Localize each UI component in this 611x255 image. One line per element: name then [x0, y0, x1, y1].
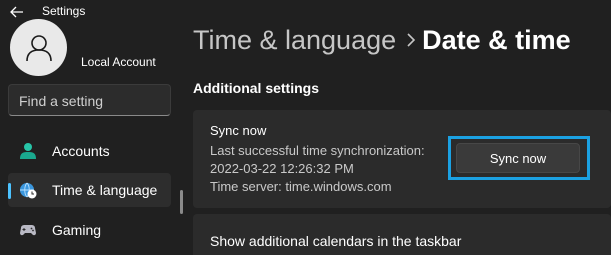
sidebar-scrollbar[interactable]: [180, 190, 183, 214]
search-input[interactable]: Find a setting: [8, 84, 171, 116]
calendars-label: Show additional calendars in the taskbar: [210, 233, 462, 249]
section-title: Additional settings: [193, 80, 319, 96]
sidebar-item-gaming[interactable]: Gaming: [8, 213, 171, 247]
sidebar-item-label: Accounts: [52, 143, 110, 159]
last-sync-value: 2022-03-22 12:26:32 PM: [210, 161, 354, 176]
page-title: Date & time: [422, 24, 571, 55]
search-placeholder: Find a setting: [19, 93, 104, 109]
accounts-icon: [20, 143, 36, 159]
sidebar-item-time-language[interactable]: Time & language: [8, 173, 171, 207]
controller-icon: [20, 225, 36, 236]
sync-title: Sync now: [210, 123, 267, 138]
sidebar-item-accounts[interactable]: Accounts: [8, 134, 171, 168]
sidebar-item-label: Gaming: [52, 222, 102, 238]
breadcrumb: Time & language Date & time: [193, 22, 571, 58]
sync-now-card: Sync now Last successful time synchroniz…: [193, 110, 611, 208]
avatar[interactable]: [10, 19, 67, 76]
globe-clock-icon: [20, 182, 37, 199]
back-arrow-icon: [10, 6, 23, 18]
back-button[interactable]: [6, 3, 28, 21]
sidebar-item-label: Time & language: [52, 182, 158, 198]
sync-now-button[interactable]: Sync now: [456, 143, 580, 173]
chevron-right-icon: [406, 32, 416, 48]
time-server: Time server: time.windows.com: [210, 179, 392, 194]
account-name: Local Account: [81, 55, 156, 69]
breadcrumb-parent[interactable]: Time & language: [193, 25, 396, 56]
additional-calendars-card[interactable]: Show additional calendars in the taskbar: [193, 214, 611, 255]
person-icon: [25, 34, 52, 61]
last-sync-label: Last successful time synchronization:: [210, 143, 425, 158]
app-title: Settings: [42, 4, 86, 18]
selection-indicator: [8, 183, 11, 199]
